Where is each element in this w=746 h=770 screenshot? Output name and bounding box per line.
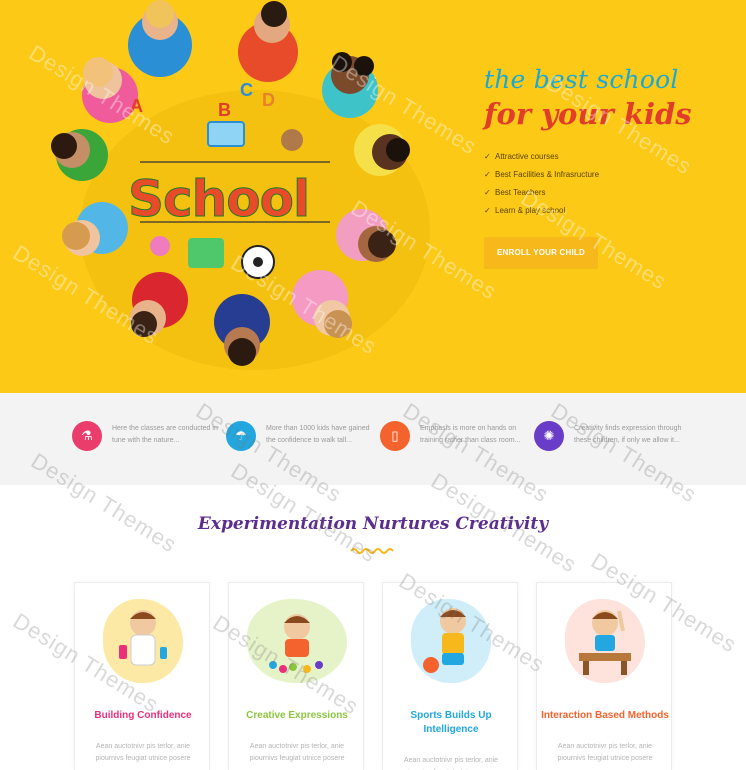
feature-text: More than 1000 kids have gained the conf… — [266, 425, 370, 444]
card-title: Interaction Based Methods — [541, 710, 669, 721]
hero-illustration: A B C D School — [51, 0, 430, 370]
art-letter-a: A — [130, 96, 143, 116]
card-title: Building Confidence — [94, 710, 192, 721]
feature-card[interactable]: Sports Builds Up Intelligence Aean aucto… — [382, 582, 518, 770]
card-body: Aean auctotnivr pis terlor, anie piourni… — [249, 743, 345, 762]
book-icon — [207, 121, 245, 147]
hero-tagline: the best school — [484, 65, 679, 94]
art-letter-c: C — [240, 80, 253, 100]
feature-card[interactable]: Creative Expressions Aean auctotnivr pis… — [228, 582, 364, 770]
feature-card[interactable]: Building Confidence Aean auctotnivr pis … — [74, 582, 210, 770]
feature-item: ☂ More than 1000 kids have gained the co… — [226, 421, 376, 461]
feature-text: Emphasis is more on hands on training ra… — [420, 425, 521, 444]
check-icon: ✓ — [484, 170, 491, 179]
card-title: Sports Builds Up Intelligence — [410, 710, 492, 735]
feature-card[interactable]: Interaction Based Methods Aean auctotniv… — [536, 582, 672, 770]
card-body: Aean auctotnivr pis terlor, anie piourni… — [95, 743, 191, 762]
feature-item: ✺ Creativity finds expression through th… — [534, 421, 684, 461]
teddy-icon — [281, 129, 303, 151]
hero-feature-item: ✓ Attractive courses — [484, 148, 734, 166]
hero-section: A B C D School the best school for your … — [0, 0, 746, 393]
bulb-icon: ✺ — [534, 421, 564, 451]
hero-feature-item: ✓ Best Teachers — [484, 184, 734, 202]
umbrella-icon: ☂ — [226, 421, 256, 451]
feature-strip: ⚗ Here the classes are conducted in tune… — [0, 393, 746, 508]
feature-text: Here the classes are conducted in tune w… — [112, 425, 218, 444]
card-title: Creative Expressions — [246, 710, 348, 721]
grass-icon — [188, 238, 224, 268]
card-body: Aean auctotnivr pis terlor, anie piourni… — [557, 743, 653, 762]
bunny-icon — [150, 236, 170, 256]
jar-icon: ▯ — [380, 421, 410, 451]
feature-item: ⚗ Here the classes are conducted in tune… — [72, 421, 222, 461]
feature-item: ▯ Emphasis is more on hands on training … — [380, 421, 530, 461]
kid-sports-icon — [423, 608, 466, 673]
squiggle-divider — [350, 548, 394, 554]
kid-desk-icon — [579, 610, 631, 675]
check-icon: ✓ — [484, 206, 491, 215]
kid-painting-icon — [269, 614, 323, 673]
card-body: Aean auctotnivr pis terlor, anie piourni… — [403, 757, 499, 770]
check-icon: ✓ — [484, 152, 491, 161]
feature-text: Creativity finds expression through thes… — [574, 425, 682, 444]
art-letter-d: D — [262, 90, 275, 110]
hero-feature-list: ✓ Attractive courses ✓ Best Facilities & I… — [484, 148, 734, 220]
kid-scientist-icon — [119, 610, 167, 666]
hero-copy: the best school for your kids ✓ Attractiv… — [484, 64, 734, 268]
art-letter-b: B — [218, 100, 231, 120]
hero-feature-item: ✓ Best Facilities & Infrasructure — [484, 166, 734, 184]
hero-feature-item: ✓ Learn & play school — [484, 202, 734, 220]
section-title: Experimentation Nurtures Creativity — [197, 514, 549, 534]
flask-icon: ⚗ — [72, 421, 102, 451]
check-icon: ✓ — [484, 188, 491, 197]
enroll-button[interactable]: ENROLL YOUR CHILD — [484, 237, 598, 268]
art-school-word: School — [128, 170, 309, 228]
hero-title: for your kids — [484, 97, 692, 131]
